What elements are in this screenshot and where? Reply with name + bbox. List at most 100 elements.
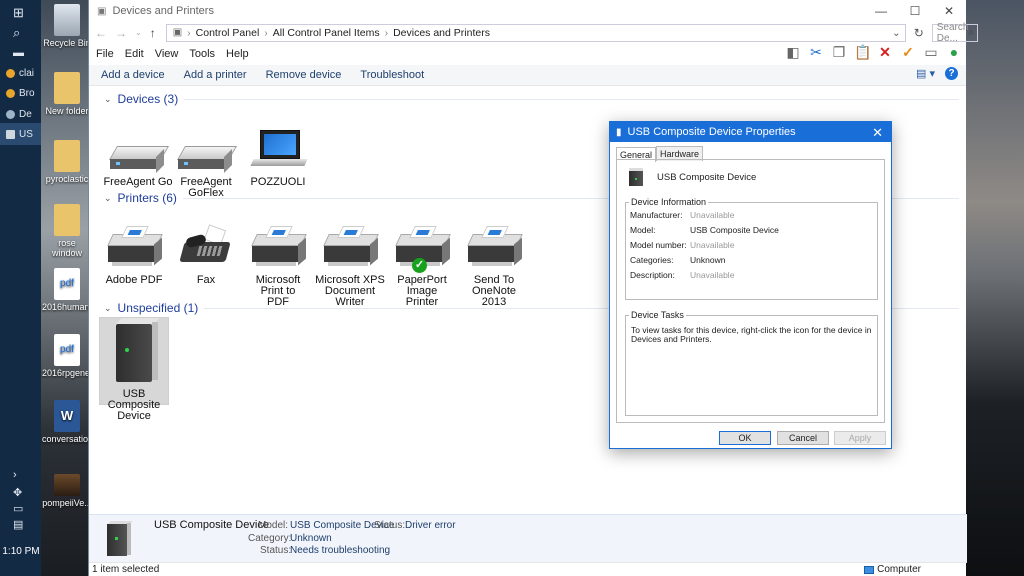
- device-pozzuoli[interactable]: POZZUOLI: [243, 126, 313, 188]
- dropbox-icon[interactable]: ✥: [13, 486, 22, 500]
- desktop-icon-conversatio[interactable]: Wconversatio...: [42, 400, 96, 444]
- remove-device-button[interactable]: Remove device: [266, 69, 342, 81]
- window-title: Devices and Printers: [112, 5, 214, 17]
- menu-edit[interactable]: Edit: [125, 48, 144, 60]
- menu-file[interactable]: File: [96, 48, 114, 60]
- forward-arrow-icon[interactable]: →: [115, 26, 127, 40]
- help-icon[interactable]: ?: [945, 67, 958, 80]
- copy-icon[interactable]: ❐: [831, 44, 847, 60]
- printer-icon: [250, 224, 307, 272]
- apply-button[interactable]: Apply: [834, 431, 886, 445]
- device-freeagent-goflex[interactable]: FreeAgent GoFlex: [171, 126, 241, 199]
- troubleshoot-button[interactable]: Troubleshoot: [360, 69, 424, 81]
- printer-send-to-onenote[interactable]: Send To OneNote 2013: [459, 224, 529, 308]
- printer-fax[interactable]: Fax: [171, 224, 241, 286]
- add-printer-button[interactable]: Add a printer: [184, 69, 247, 81]
- add-device-button[interactable]: Add a device: [101, 69, 165, 81]
- dialog-title: USB Composite Device Properties: [627, 126, 796, 138]
- paste-icon[interactable]: 📋: [854, 44, 871, 60]
- view-options-icon[interactable]: ▤ ▾: [916, 67, 935, 80]
- status-selection-count: 1 item selected: [92, 564, 160, 575]
- globe-icon[interactable]: ●: [946, 44, 962, 60]
- properties-dialog: ▮ USB Composite Device Properties ✕ Gene…: [609, 121, 892, 449]
- dialog-title-bar[interactable]: ▮ USB Composite Device Properties ✕: [610, 122, 891, 142]
- device-usb-composite[interactable]: USB Composite Device: [99, 317, 169, 422]
- details-status-value: Driver error: [405, 520, 456, 531]
- notification-icon[interactable]: ▤: [13, 518, 23, 532]
- network-icon[interactable]: ▭: [13, 502, 23, 516]
- details-status-label: Status:: [374, 520, 406, 531]
- chrome-icon: [6, 88, 15, 98]
- printer-microsoft-print-to-pdf[interactable]: Microsoft Print to PDF: [243, 224, 313, 308]
- taskbar-app-2[interactable]: Bro: [0, 82, 41, 104]
- printer-adobe-pdf[interactable]: Adobe PDF: [99, 224, 169, 286]
- desktop-icon-2016rpgene[interactable]: pdf 2016rpgene...: [42, 334, 98, 378]
- taskbar-app-1[interactable]: clai: [0, 62, 41, 84]
- address-dropdown-icon[interactable]: ⌄: [892, 27, 905, 39]
- device-tasks-group: Device Tasks To view tasks for this devi…: [625, 310, 878, 416]
- taskbar: ⊞ ⌕ ▬ clai Bro De US › ✥ ▭ ▤ 1:10 PM: [0, 0, 41, 576]
- breadcrumb-separator: ›: [384, 26, 389, 39]
- chevron-down-icon: ⌄: [104, 302, 112, 313]
- file-explorer-icon[interactable]: ▬: [13, 46, 24, 60]
- back-arrow-icon[interactable]: ←: [95, 26, 107, 40]
- title-bar[interactable]: ▣ Devices and Printers: [89, 0, 966, 22]
- desktop-icon-pyroclastic[interactable]: pyroclastic: [42, 140, 92, 184]
- video-thumbnail-icon: [54, 474, 80, 496]
- cut-icon[interactable]: ✂: [808, 44, 824, 60]
- refresh-icon[interactable]: ↻: [914, 26, 924, 40]
- breadcrumb-control-panel[interactable]: Control Panel: [196, 27, 260, 39]
- usb-device-icon: ▮: [616, 126, 622, 138]
- details-pane: USB Composite Device Model: USB Composit…: [89, 514, 967, 562]
- minimize-button[interactable]: —: [864, 0, 898, 22]
- taskbar-app-4[interactable]: US: [0, 123, 41, 145]
- search-icon: ⌕: [968, 27, 975, 38]
- desktop-icon-pompeiive[interactable]: pompeiiVe...: [42, 474, 92, 508]
- printer-paperport-image[interactable]: ✓ PaperPort Image Printer: [387, 224, 457, 308]
- device-information-group: Device Information Manufacturer: Unavaila…: [625, 197, 878, 300]
- folder-icon: [54, 72, 80, 104]
- menu-view[interactable]: View: [155, 48, 179, 60]
- hard-drive-icon: [108, 126, 170, 174]
- devices-icon: [6, 109, 15, 119]
- breadcrumb-all-items[interactable]: All Control Panel Items: [273, 27, 380, 39]
- recycle-bin-icon: [54, 4, 80, 36]
- start-icon[interactable]: ⊞: [13, 6, 24, 20]
- breadcrumb-devices-printers[interactable]: Devices and Printers: [393, 27, 490, 39]
- menu-help[interactable]: Help: [226, 48, 249, 60]
- chevron-down-icon[interactable]: ⌄: [135, 28, 142, 37]
- address-bar[interactable]: ▣ › Control Panel › All Control Panel It…: [165, 23, 906, 42]
- properties-check-icon[interactable]: ✓: [900, 44, 916, 60]
- dialog-close-button[interactable]: ✕: [872, 125, 883, 141]
- desktop-icon-recycle-bin[interactable]: Recycle Bin: [42, 4, 92, 48]
- close-button[interactable]: ✕: [932, 0, 966, 22]
- search-input[interactable]: Search De... ⌕: [931, 22, 979, 44]
- clock[interactable]: 1:10 PM: [2, 546, 40, 557]
- hard-drive-icon: [176, 126, 238, 174]
- rename-icon[interactable]: ▭: [923, 44, 939, 60]
- usb-device-icon: [629, 168, 643, 186]
- chevron-up-icon[interactable]: ›: [13, 468, 17, 482]
- group-header-devices[interactable]: ⌄ Devices (3): [104, 92, 959, 106]
- dialog-general-panel: USB Composite Device Device Information …: [616, 159, 885, 423]
- desktop-icon-2016humani[interactable]: pdf 2016humani...: [42, 268, 99, 312]
- maximize-button[interactable]: ☐: [898, 0, 932, 22]
- desktop-icon-rose-window[interactable]: rose window: [42, 204, 92, 258]
- device-freeagent-go[interactable]: FreeAgent Go: [103, 126, 173, 188]
- layout-pane-icon[interactable]: ◧: [785, 44, 801, 60]
- up-arrow-icon[interactable]: ↑: [150, 26, 156, 40]
- desktop-icon-new-folder[interactable]: New folder: [42, 72, 92, 116]
- taskbar-app-3[interactable]: De: [0, 103, 41, 125]
- desktop-wallpaper: [966, 0, 1024, 576]
- folder-icon: [54, 204, 80, 236]
- ok-button[interactable]: OK: [719, 431, 771, 445]
- usb-device-icon: [107, 519, 133, 557]
- chevron-down-icon: ⌄: [104, 192, 112, 203]
- printer-microsoft-xps[interactable]: Microsoft XPS Document Writer: [315, 224, 385, 308]
- menu-tools[interactable]: Tools: [189, 48, 215, 60]
- search-icon[interactable]: ⌕: [13, 26, 20, 40]
- cancel-button[interactable]: Cancel: [777, 431, 829, 445]
- status-computer-label: Computer: [877, 564, 921, 575]
- delete-icon[interactable]: ✕: [877, 44, 893, 60]
- printer-icon: [106, 224, 163, 272]
